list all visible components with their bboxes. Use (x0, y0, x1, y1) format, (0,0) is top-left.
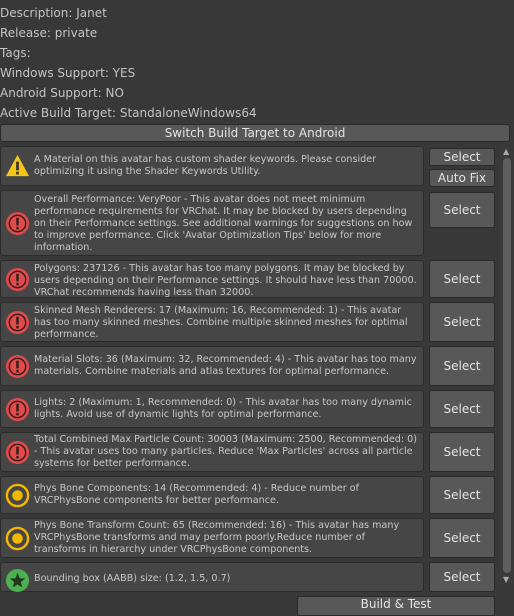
star-icon (5, 568, 30, 593)
message-text: Phys Bone Transform Count: 65 (Recommend… (34, 520, 400, 555)
scroll-thumb[interactable] (503, 158, 511, 573)
message-text: Overall Performance: VeryPoor - This ava… (34, 194, 413, 253)
message-box: Total Combined Max Particle Count: 30003… (0, 432, 424, 472)
message-box: Overall Performance: VeryPoor - This ava… (0, 190, 424, 256)
message-box: Material Slots: 36 (Maximum: 32, Recomme… (0, 346, 424, 386)
info-description: Description: Janet (0, 6, 107, 20)
info-tags: Tags: (0, 46, 31, 60)
switch-build-target-button[interactable]: Switch Build Target to Android (0, 124, 510, 142)
message-text: Material Slots: 36 (Maximum: 32, Recomme… (34, 354, 417, 377)
error-icon (5, 310, 30, 335)
message-text: Bounding box (AABB) size: (1.2, 1.5, 0.7… (34, 573, 231, 584)
message-text: Total Combined Max Particle Count: 30003… (34, 434, 417, 469)
error-icon (5, 397, 30, 422)
info-circle-icon (5, 526, 30, 551)
message-text: Lights: 2 (Maximum: 1, Recommended: 0) -… (34, 397, 412, 420)
error-icon (5, 267, 30, 292)
message-box: Polygons: 237126 - This avatar has too m… (0, 260, 424, 298)
message-text: A Material on this avatar has custom sha… (34, 154, 377, 177)
message-text: Polygons: 237126 - This avatar has too m… (34, 263, 417, 298)
info-active-build-target: Active Build Target: StandaloneWindows64 (0, 106, 257, 120)
error-icon (5, 440, 30, 465)
select-button[interactable]: Select (429, 518, 495, 558)
warning-icon (5, 154, 30, 177)
message-text: Skinned Mesh Renderers: 17 (Maximum: 16,… (34, 305, 408, 340)
info-circle-icon (5, 483, 30, 508)
select-button[interactable]: Select (429, 260, 495, 298)
select-button[interactable]: Select (429, 432, 495, 472)
message-box: Phys Bone Transform Count: 65 (Recommend… (0, 518, 424, 558)
select-button[interactable]: Select (429, 346, 495, 386)
message-box: Bounding box (AABB) size: (1.2, 1.5, 0.7… (0, 562, 424, 593)
message-box: Phys Bone Components: 14 (Recommended: 4… (0, 476, 424, 514)
info-android-support: Android Support: NO (0, 86, 124, 100)
scroll-down-arrow-icon[interactable]: ▼ (503, 576, 509, 584)
select-button[interactable]: Select (429, 476, 495, 514)
vertical-scrollbar[interactable]: ▲ ▼ (500, 146, 514, 586)
select-button[interactable]: Select (429, 192, 495, 228)
select-button[interactable]: Select (429, 148, 495, 166)
message-box: A Material on this avatar has custom sha… (0, 146, 424, 186)
build-and-test-button[interactable]: Build & Test (297, 596, 495, 616)
message-box: Lights: 2 (Maximum: 1, Recommended: 0) -… (0, 390, 424, 428)
error-icon (5, 354, 30, 379)
error-icon (5, 211, 30, 236)
scroll-up-arrow-icon[interactable]: ▲ (503, 148, 509, 156)
info-windows-support: Windows Support: YES (0, 66, 136, 80)
select-button[interactable]: Select (429, 562, 495, 592)
message-text: Phys Bone Components: 14 (Recommended: 4… (34, 483, 360, 506)
info-release: Release: private (0, 26, 98, 40)
select-button[interactable]: Select (429, 302, 495, 342)
select-button[interactable]: Select (429, 390, 495, 428)
auto-fix-button[interactable]: Auto Fix (429, 169, 495, 187)
message-box: Skinned Mesh Renderers: 17 (Maximum: 16,… (0, 302, 424, 342)
